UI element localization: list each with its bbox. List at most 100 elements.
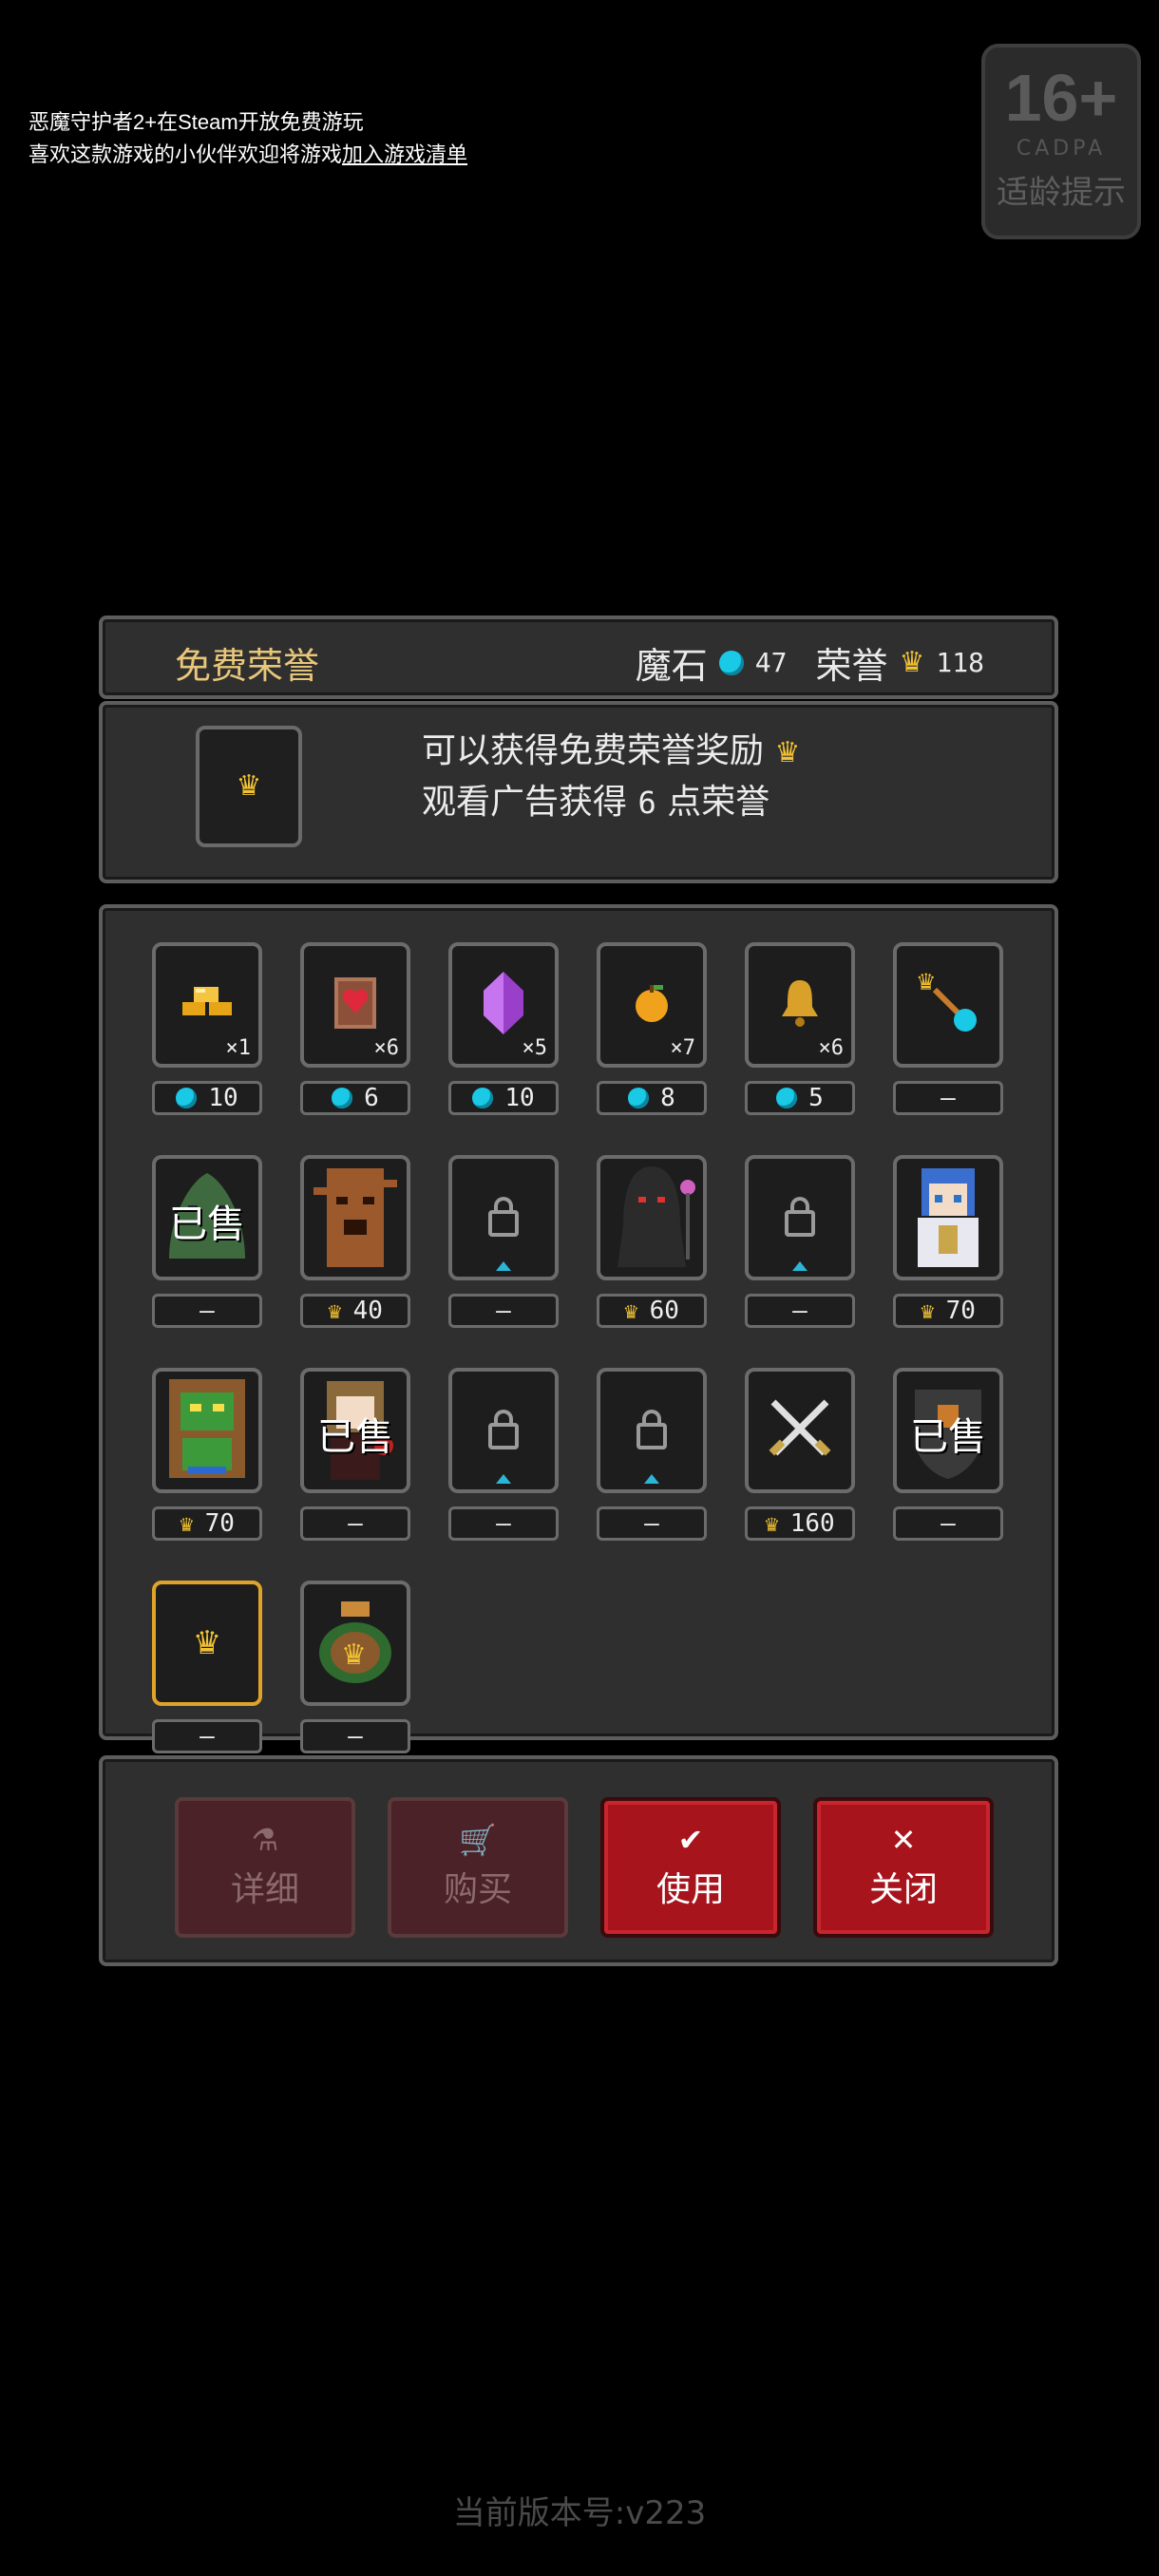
lock-icon — [636, 1410, 667, 1449]
reward-description: 可以获得免费荣誉奖励 ♛ 观看广告获得 6 点荣誉 — [422, 726, 800, 828]
item-price: 10 — [152, 1081, 262, 1115]
use-button[interactable]: ✔ 使用 — [600, 1797, 781, 1938]
item-count: ×6 — [373, 1036, 400, 1060]
shop-item[interactable]: ♛ 160 — [745, 1368, 855, 1541]
item-slot[interactable]: ×6 — [745, 942, 855, 1068]
item-slot[interactable] — [448, 1155, 559, 1280]
item-slot[interactable]: ♛ — [152, 1581, 262, 1706]
item-slot[interactable] — [893, 1155, 1003, 1280]
price-value: — — [940, 1509, 956, 1538]
item-slot[interactable] — [597, 1155, 707, 1280]
shop-item[interactable]: ♛ 70 — [152, 1368, 262, 1541]
shop-item[interactable]: ♛ — — [300, 1581, 410, 1753]
item-slot[interactable] — [745, 1368, 855, 1493]
shop-item[interactable]: ×6 6 — [300, 942, 410, 1115]
unlock-hint-icon — [496, 1261, 511, 1271]
item-price: ♛ 60 — [597, 1294, 707, 1328]
flask-icon: ⚗ — [251, 1822, 279, 1858]
gem-icon — [776, 1088, 798, 1108]
sold-label: 已售 — [317, 1415, 393, 1459]
price-value: — — [940, 1084, 956, 1112]
shop-item[interactable]: ♛ 60 — [597, 1155, 707, 1328]
item-count: ×7 — [670, 1036, 696, 1060]
gem-icon — [332, 1088, 353, 1108]
notice-line-2: 喜欢这款游戏的小伙伴欢迎将游戏加入游戏清单 — [28, 139, 467, 171]
age-rating-org: CADPA — [1016, 137, 1107, 161]
item-slot[interactable] — [152, 1368, 262, 1493]
item-price: 8 — [597, 1081, 707, 1115]
crown-icon: ♛ — [624, 1297, 638, 1324]
price-value: — — [496, 1297, 511, 1325]
shop-item[interactable]: ♛ 40 — [300, 1155, 410, 1328]
item-slot[interactable] — [448, 1368, 559, 1493]
price-value: 70 — [204, 1509, 235, 1538]
crown-icon: ♛ — [328, 1297, 342, 1324]
close-button-label: 关闭 — [868, 1870, 938, 1909]
tree-monster-icon — [308, 1159, 403, 1277]
shop-item[interactable]: ♛ — — [152, 1581, 262, 1753]
item-price: 6 — [300, 1081, 410, 1115]
shop-item[interactable]: ×6 5 — [745, 942, 855, 1115]
price-value: 10 — [504, 1084, 535, 1112]
sold-label: 已售 — [910, 1415, 986, 1459]
price-value: — — [792, 1297, 808, 1325]
price-value: 5 — [808, 1084, 824, 1112]
item-slot[interactable]: ×6 — [300, 942, 410, 1068]
dark-reaper-icon — [604, 1159, 699, 1277]
golden-bell-icon — [776, 975, 824, 1035]
item-price: 10 — [448, 1081, 559, 1115]
price-value: — — [348, 1509, 363, 1538]
crown-icon: ♛ — [236, 769, 262, 803]
selected-item-preview: ♛ — [196, 726, 302, 847]
item-slot[interactable] — [300, 1155, 410, 1280]
details-button-label: 详细 — [230, 1870, 299, 1909]
heart-scroll-icon — [327, 972, 384, 1038]
shop-item[interactable]: — — [597, 1368, 707, 1541]
item-slot[interactable]: 已售 — [300, 1368, 410, 1493]
shop-item[interactable]: — — [448, 1368, 559, 1541]
details-button[interactable]: ⚗ 详细 — [175, 1797, 355, 1938]
shop-item[interactable]: ×1 10 — [152, 942, 262, 1115]
shop-item[interactable]: 已售 — — [893, 1368, 1003, 1541]
item-slot[interactable]: ×7 — [597, 942, 707, 1068]
item-slot[interactable]: 已售 — [152, 1155, 262, 1280]
price-value: — — [200, 1297, 215, 1325]
gem-icon — [628, 1088, 650, 1108]
item-slot[interactable]: ♛ — [893, 942, 1003, 1068]
item-slot[interactable]: 已售 — [893, 1368, 1003, 1493]
magic-stone-label: 魔石 — [635, 645, 708, 687]
notice-line-1: 恶魔守护者2+在Steam开放免费游玩 — [28, 110, 364, 134]
shop-item[interactable]: — — [448, 1155, 559, 1328]
shop-item[interactable]: ×7 8 — [597, 942, 707, 1115]
item-slot[interactable] — [745, 1155, 855, 1280]
currency-bar: 魔石 47 荣誉 ♛ 118 — [636, 636, 1001, 689]
shop-item[interactable]: — — [745, 1155, 855, 1328]
price-value: 60 — [649, 1297, 679, 1325]
item-slot[interactable]: ×1 — [152, 942, 262, 1068]
reward-line-1-text: 可以获得免费荣誉奖励 — [422, 731, 765, 770]
price-value: — — [200, 1722, 215, 1751]
item-slot[interactable] — [597, 1368, 707, 1493]
green-goblin-icon — [160, 1372, 255, 1489]
shop-item[interactable]: ♛ — — [893, 942, 1003, 1115]
crown-icon: ♛ — [765, 1510, 779, 1537]
age-rating-label: 适龄提示 — [997, 174, 1126, 212]
crown-to-gem-icon: ♛ — [910, 965, 986, 1045]
item-slot[interactable]: ♛ — [300, 1581, 410, 1706]
item-slot[interactable]: ×5 — [448, 942, 559, 1068]
item-price: — — [300, 1719, 410, 1753]
shop-item[interactable]: ♛ 70 — [893, 1155, 1003, 1328]
shop-item[interactable]: 已售 — — [152, 1155, 262, 1328]
reward-amount: 6 — [637, 785, 656, 821]
buy-button-label: 购买 — [443, 1870, 512, 1909]
shop-item[interactable]: ×5 10 — [448, 942, 559, 1115]
crown-icon: ♛ — [192, 1624, 222, 1662]
close-button[interactable]: ✕ 关闭 — [813, 1797, 994, 1938]
notice-line-2-text: 喜欢这款游戏的小伙伴欢迎将游戏 — [28, 142, 343, 166]
buy-button[interactable]: 🛒 购买 — [388, 1797, 568, 1938]
wishlist-link[interactable]: 加入游戏清单 — [342, 142, 467, 166]
honor-label: 荣誉 — [815, 645, 888, 687]
gem-icon — [472, 1088, 494, 1108]
item-price: ♛ 160 — [745, 1506, 855, 1541]
shop-item[interactable]: 已售 — — [300, 1368, 410, 1541]
